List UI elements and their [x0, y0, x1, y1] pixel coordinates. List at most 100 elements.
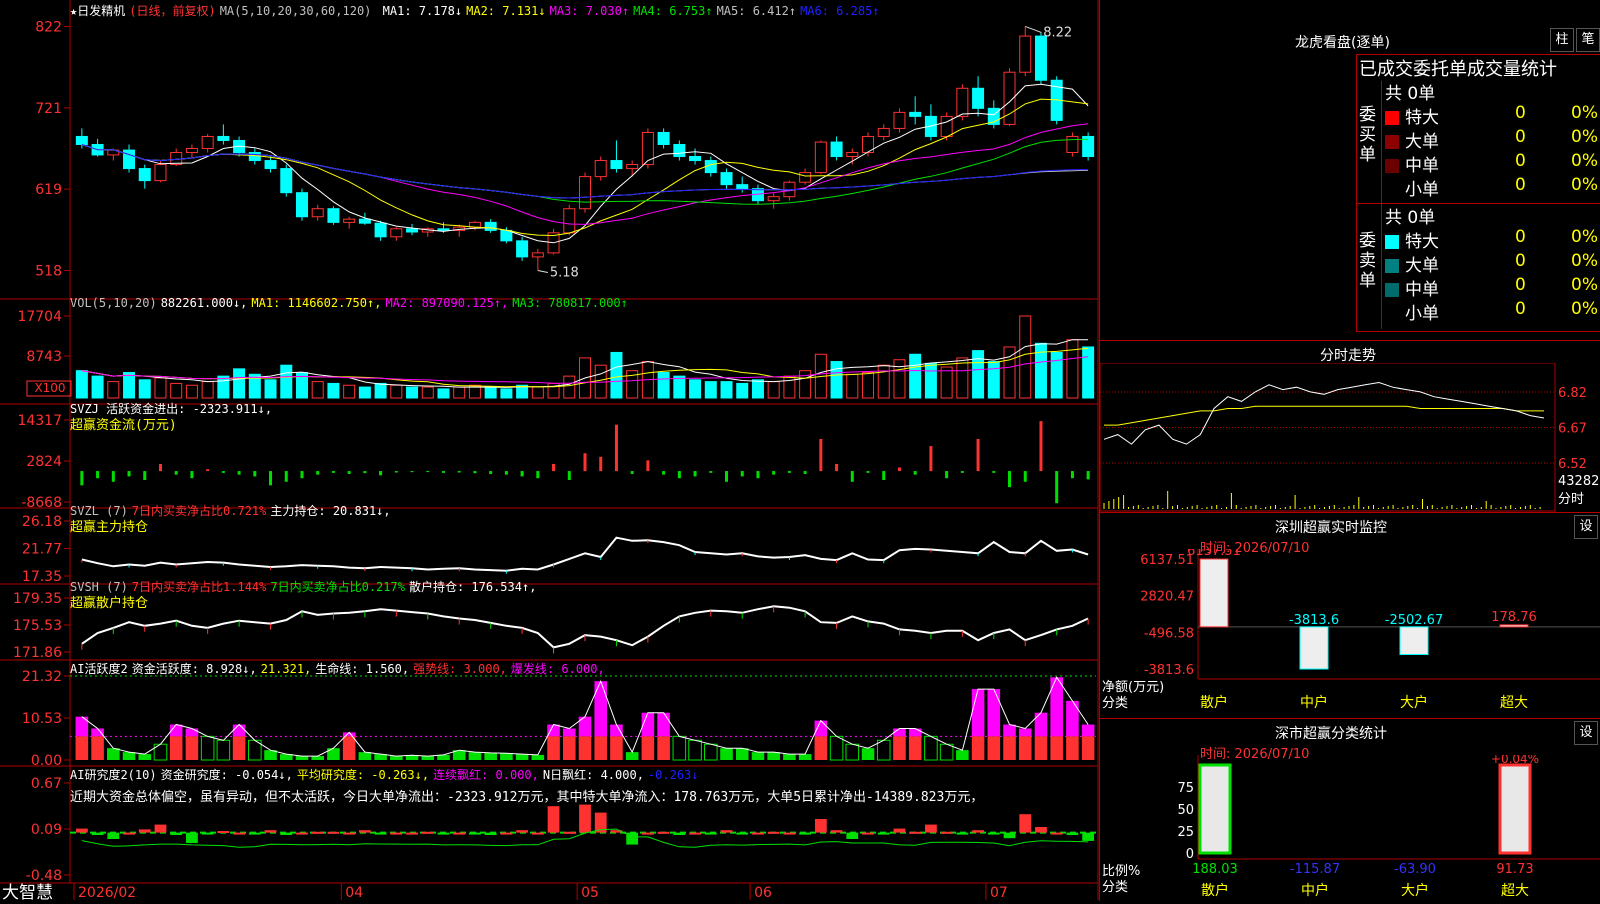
- price-tick-label: 619: [35, 182, 62, 198]
- ai-low-bar: [421, 756, 435, 760]
- class-bar-label: 188.03: [1192, 862, 1238, 877]
- ai-burst-bar: [814, 720, 828, 737]
- class-tick: 0: [1186, 847, 1194, 862]
- monitor-bar: [1199, 558, 1229, 628]
- fund-flow-bar: [976, 438, 980, 472]
- fund-flow-bar: [819, 438, 823, 472]
- fund-flow-bar: [410, 471, 414, 473]
- fund-flow-bar: [835, 463, 839, 472]
- candle: [264, 160, 277, 170]
- candle: [531, 252, 544, 258]
- candle: [830, 141, 843, 158]
- fund-flow-bar: [1070, 471, 1074, 479]
- class-bar-label: -115.87: [1290, 862, 1340, 877]
- ai-research-bar: [862, 832, 874, 835]
- ai-research-ma: -0.263↓: [647, 768, 699, 782]
- monitor-tick: 2820.47: [1140, 590, 1194, 605]
- class-chart[interactable]: 75 50 25 0188.03 散户 -115.87 中户 -63.90 大户 91.73 超大 +…: [1100, 755, 1600, 901]
- buy-row-1: 大单 0 0%: [1385, 127, 1599, 152]
- ai-low-bar: [484, 752, 497, 760]
- ai-research-bar: [311, 831, 324, 834]
- ai-research-bar: [75, 828, 88, 833]
- ai-low-bar: [138, 754, 152, 760]
- monitor-panel: 深圳超赢实时监控 设 时间: 2026/07/10 6137.51 2820.47…: [1099, 512, 1600, 719]
- volume-bar: [846, 373, 859, 399]
- fund-flow-bar: [158, 463, 162, 472]
- monitor-settings-button[interactable]: 设: [1574, 515, 1598, 539]
- fund-flow-bar: [379, 471, 383, 476]
- volume-bar: [500, 388, 513, 399]
- ai-strong-bar: [562, 736, 576, 760]
- svsh-ratio2: 7日内买卖净占比0.217%: [270, 580, 405, 594]
- fund-flow-bar: [394, 471, 398, 473]
- sell-row-percent: 0%: [1571, 227, 1598, 247]
- stats-box: 已成交委托单成交量统计 委买单 委卖单 共 0单 特大 0 0% 大单 0 0% 中单 0 0%…: [1356, 54, 1600, 332]
- kline-chart[interactable]: 822 721 619 518 8.22 5.18 17704 8743 X100 14317 28…: [0, 0, 1099, 901]
- ai-research-bar: [641, 832, 654, 835]
- ai-low-bar: [515, 754, 529, 760]
- svsh-subtitle: 超赢散户持仓: [70, 596, 149, 611]
- class-settings-button[interactable]: 设: [1574, 721, 1598, 745]
- sell-row-count: 0: [1515, 227, 1526, 247]
- ai-strong-bar: [169, 736, 183, 760]
- candle: [154, 164, 167, 182]
- volume-bar: [201, 381, 214, 399]
- ai-mid-bar: [876, 739, 891, 761]
- buy-color-swatch: [1385, 183, 1399, 197]
- ai-research-bar: [987, 832, 1000, 835]
- class-tick: 50: [1177, 803, 1194, 818]
- sell-row-label: 大单: [1405, 256, 1439, 276]
- fund-flow-bar: [803, 471, 807, 474]
- monitor-category: 大户: [1400, 694, 1428, 711]
- ai-research-bar: [972, 830, 984, 833]
- svsh-tick-label: 171.86: [13, 645, 62, 661]
- candle: [578, 176, 592, 210]
- class-bar-label: 91.73: [1496, 862, 1533, 877]
- ai-research-bar: [783, 832, 796, 835]
- monitor-chart[interactable]: 6137.51 2820.47 -496.58 -3813.6 6137.51 散户 -38…: [1100, 549, 1600, 719]
- ai-research-bar: [925, 824, 937, 833]
- volume-bar: [437, 388, 450, 399]
- ai-mid-bar: [672, 735, 687, 761]
- intraday-panel[interactable]: 分时走势 6.82 6.67 6.52 43282 分时: [1099, 340, 1600, 513]
- volume-bar: [720, 381, 733, 399]
- intraday-chart[interactable]: 6.82 6.67 6.52 43282 分时: [1100, 363, 1600, 513]
- monitor-bar-label: 178.76: [1491, 610, 1537, 625]
- fund-flow-bar: [473, 471, 477, 474]
- ai-research-bar: [673, 832, 686, 835]
- fund-flow-bar: [662, 471, 666, 475]
- ai-strong-bar: [1066, 736, 1079, 760]
- ai-strong-bar: [641, 736, 655, 760]
- buy-color-swatch: [1385, 159, 1399, 173]
- sell-row-percent: 0%: [1571, 251, 1598, 271]
- fund-flow-bar: [567, 471, 571, 480]
- ai-n-red: N日飘红: 4.000,: [542, 768, 644, 782]
- sell-row-count: 0: [1515, 299, 1526, 319]
- chart-area[interactable]: 822 721 619 518 8.22 5.18 17704 8743 X100 14317 28…: [0, 0, 1099, 903]
- monitor-axis-sub: 分类: [1102, 696, 1128, 711]
- tick-mode-button[interactable]: 笔: [1576, 28, 1600, 52]
- ai-research-bar: [154, 824, 167, 833]
- candle: [1066, 135, 1079, 154]
- ai-burst-bar: [91, 728, 104, 737]
- ai-low-bar: [531, 754, 545, 760]
- class-tick: 75: [1177, 781, 1194, 796]
- vol-ma2: MA2: 897090.125↑,: [385, 296, 509, 310]
- ai-research-bar: [799, 832, 812, 835]
- svzl-subtitle: 超赢主力持仓: [70, 520, 149, 535]
- ai-burst-bar: [1034, 712, 1048, 737]
- volume-bar: [185, 384, 198, 399]
- chart-mode[interactable]: (日线，前复权): [129, 4, 215, 18]
- ai-research-bar: [893, 828, 906, 833]
- fund-flow-bar: [1039, 421, 1043, 472]
- fund-flow-bar: [882, 471, 886, 480]
- fund-flow-bar: [913, 471, 917, 475]
- ai-burst-bar: [1003, 724, 1016, 737]
- candle: [437, 228, 450, 231]
- candle: [185, 148, 198, 154]
- fund-flow-bar: [143, 471, 147, 480]
- bar-mode-button[interactable]: 柱: [1550, 28, 1574, 52]
- stock-name[interactable]: ★日发精机: [70, 4, 125, 18]
- candle: [295, 192, 308, 218]
- volume-bar: [673, 375, 686, 399]
